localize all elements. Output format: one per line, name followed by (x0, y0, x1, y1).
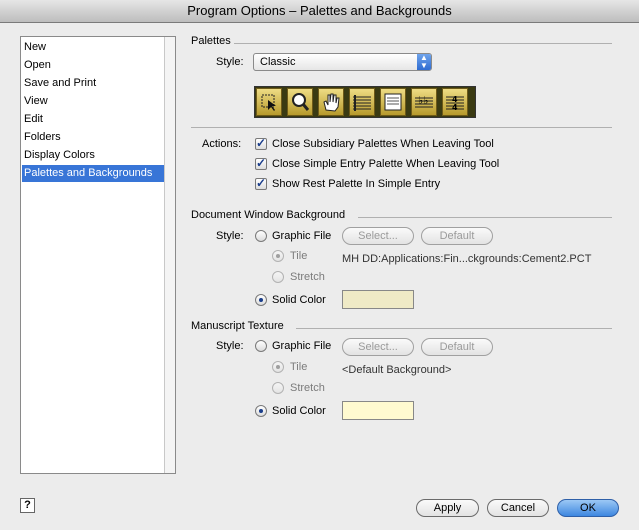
doc-tile-radio[interactable] (272, 250, 284, 262)
doc-default-button[interactable]: Default (421, 227, 493, 245)
apply-button[interactable]: Apply (416, 499, 479, 517)
page-layout-icon (380, 88, 406, 116)
manuscript-default-button[interactable]: Default (421, 338, 493, 356)
category-item-edit[interactable]: Edit (22, 111, 167, 128)
hand-grabber-icon (318, 88, 344, 116)
doc-stretch-label: Stretch (290, 271, 325, 283)
show-rest-palette-checkbox[interactable] (255, 176, 267, 190)
category-item-save-and-print[interactable]: Save and Print (22, 75, 167, 92)
category-list[interactable]: New Open Save and Print View Edit Folder… (20, 36, 176, 474)
palette-style-value: Classic (260, 56, 296, 68)
actions-divider (191, 127, 612, 128)
category-item-open[interactable]: Open (22, 57, 167, 74)
manuscript-divider (296, 328, 612, 329)
manuscript-stretch-radio[interactable] (272, 382, 284, 394)
doc-color-swatch[interactable] (342, 290, 414, 309)
ok-button[interactable]: OK (557, 499, 619, 517)
category-item-folders[interactable]: Folders (22, 129, 167, 146)
manuscript-solid-color-label: Solid Color (272, 405, 326, 417)
manuscript-graphic-file-radio[interactable] (255, 340, 267, 352)
cancel-button[interactable]: Cancel (487, 499, 549, 517)
category-item-display-colors[interactable]: Display Colors (22, 147, 167, 164)
doc-background-section-label: Document Window Background (191, 209, 346, 221)
popup-arrows-icon: ▲ ▼ (417, 54, 431, 70)
palette-style-popup[interactable]: Classic ▲ ▼ (253, 53, 432, 71)
manuscript-section-label: Manuscript Texture (191, 320, 284, 332)
doc-select-button[interactable]: Select... (342, 227, 414, 245)
svg-text:♭♭: ♭♭ (418, 94, 428, 107)
doc-background-divider (358, 217, 612, 218)
manuscript-stretch-label: Stretch (290, 382, 325, 394)
window-title: Program Options – Palettes and Backgroun… (0, 0, 639, 23)
doc-style-label: Style: (216, 230, 244, 242)
category-item-palettes-and-backgrounds[interactable]: Palettes and Backgrounds (22, 165, 167, 182)
palettes-divider (234, 43, 612, 44)
doc-tile-label: Tile (290, 250, 308, 262)
category-item-new[interactable]: New (22, 39, 167, 56)
palettes-section-label: Palettes (191, 35, 231, 47)
doc-file-path: MH DD:Applications:Fin...ckgrounds:Cemen… (342, 253, 592, 265)
zoom-tool-icon (287, 88, 313, 116)
category-item-view[interactable]: View (22, 93, 167, 110)
doc-solid-color-label: Solid Color (272, 294, 326, 306)
close-simple-entry-palette-label: Close Simple Entry Palette When Leaving … (272, 158, 500, 170)
list-scrollbar[interactable] (164, 37, 175, 473)
close-simple-entry-palette-checkbox[interactable] (255, 156, 267, 170)
svg-text:4: 4 (452, 103, 458, 112)
manuscript-style-label: Style: (216, 340, 244, 352)
palettes-style-label: Style: (216, 56, 244, 68)
palette-preview: ♭♭ 44 (254, 86, 476, 118)
manuscript-tile-radio[interactable] (272, 361, 284, 373)
doc-stretch-radio[interactable] (272, 271, 284, 283)
time-signature-icon: 44 (442, 88, 468, 116)
manuscript-tile-label: Tile (290, 361, 308, 373)
manuscript-solid-color-radio[interactable] (255, 405, 267, 417)
doc-graphic-file-radio[interactable] (255, 230, 267, 242)
help-button[interactable]: ? (20, 498, 35, 513)
doc-graphic-file-label: Graphic File (272, 230, 332, 242)
staff-tool-icon (349, 88, 375, 116)
manuscript-file-path: <Default Background> (342, 364, 452, 376)
close-subsidiary-palettes-checkbox[interactable] (255, 136, 267, 150)
close-subsidiary-palettes-label: Close Subsidiary Palettes When Leaving T… (272, 138, 494, 150)
manuscript-select-button[interactable]: Select... (342, 338, 414, 356)
show-rest-palette-label: Show Rest Palette In Simple Entry (272, 178, 441, 190)
actions-label: Actions: (202, 138, 242, 150)
selection-tool-icon (256, 88, 282, 116)
manuscript-graphic-file-label: Graphic File (272, 340, 332, 352)
key-signature-icon: ♭♭ (411, 88, 437, 116)
manuscript-color-swatch[interactable] (342, 401, 414, 420)
doc-solid-color-radio[interactable] (255, 294, 267, 306)
